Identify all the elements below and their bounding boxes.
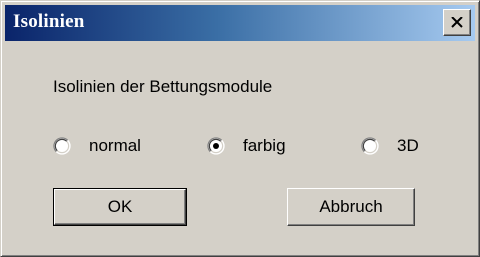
isolinien-dialog: Isolinien Isolinien der Bettungsmodule n… bbox=[0, 0, 480, 257]
radio-label-3d: 3D bbox=[397, 136, 419, 155]
cancel-button[interactable]: Abbruch bbox=[287, 188, 415, 226]
radio-option-3d[interactable]: 3D bbox=[361, 136, 419, 156]
radio-label-farbig: farbig bbox=[243, 136, 286, 155]
ok-button[interactable]: OK bbox=[53, 188, 187, 226]
radio-button-normal[interactable] bbox=[53, 137, 71, 155]
title-bar[interactable]: Isolinien bbox=[5, 5, 475, 41]
radio-label-normal: normal bbox=[89, 136, 141, 155]
dialog-title: Isolinien bbox=[13, 11, 85, 32]
close-button[interactable] bbox=[443, 9, 471, 36]
close-icon bbox=[451, 17, 463, 28]
cancel-button-label: Abbruch bbox=[319, 197, 383, 216]
radio-button-farbig[interactable] bbox=[207, 137, 225, 155]
prompt-label: Isolinien der Bettungsmodule bbox=[53, 77, 273, 96]
radio-dot-icon bbox=[213, 143, 219, 149]
ok-button-label: OK bbox=[107, 197, 133, 216]
radio-option-farbig[interactable]: farbig bbox=[207, 136, 286, 156]
radio-option-normal[interactable]: normal bbox=[53, 136, 141, 156]
radio-button-3d[interactable] bbox=[361, 137, 379, 155]
